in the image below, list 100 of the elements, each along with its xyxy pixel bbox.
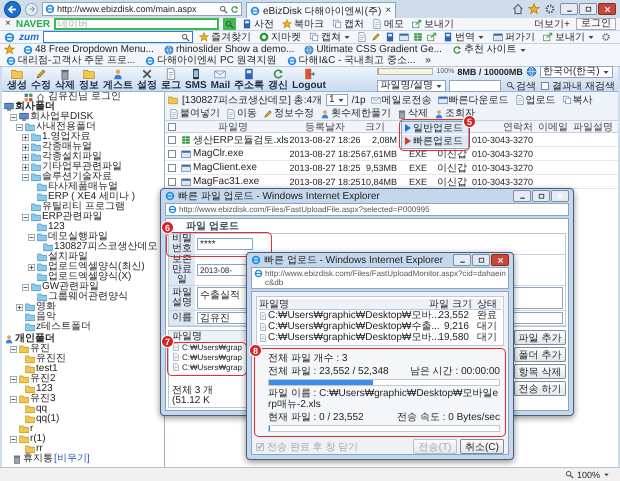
browser-tab[interactable]: eBizDisk 다해아이엔씨(주) ×: [246, 2, 396, 18]
folder-label[interactable]: 영화: [36, 302, 56, 312]
folder-label[interactable]: ERP ( XE4 세미나 ): [48, 192, 136, 202]
favorite-link[interactable]: rhinoslider Show a demo...: [162, 44, 296, 55]
toolbar-button[interactable]: 삭제: [53, 68, 77, 90]
toolbar-button[interactable]: 주소록: [232, 68, 266, 90]
password-field[interactable]: ****: [197, 238, 253, 250]
action-button[interactable]: 빠른다운로드: [436, 94, 510, 106]
checkbox[interactable]: [168, 150, 176, 158]
maximize-button[interactable]: [532, 190, 550, 202]
folder-label[interactable]: 업로드엑셀양식(X): [48, 272, 132, 282]
favorite-link[interactable]: 추천 사이트: [450, 44, 529, 55]
search-button[interactable]: [223, 18, 236, 30]
folder-label[interactable]: 유틸리티 프로그램: [42, 202, 125, 212]
folder-label[interactable]: 업로드엑셀양식(최신): [48, 262, 145, 272]
folder-label[interactable]: 130827피스코생산데모: [54, 242, 158, 252]
toolbar-item[interactable]: 메모: [370, 18, 406, 30]
expand-toggle[interactable]: [22, 214, 29, 220]
expand-toggle[interactable]: [22, 164, 29, 170]
file-name[interactable]: 생산ERP모듈검토.xls: [193, 132, 289, 146]
column-header[interactable]: 연락처: [503, 120, 533, 134]
action-button[interactable]: 업로드: [514, 94, 557, 106]
folder-label[interactable]: 유진3: [30, 394, 56, 404]
folder-label[interactable]: 설치파일: [48, 252, 88, 262]
checkbox[interactable]: [168, 178, 176, 186]
address-field[interactable]: http://www.ebizdisk.com/main.aspx: [42, 2, 242, 16]
expand-toggle[interactable]: [16, 124, 23, 130]
checkbox[interactable]: [541, 82, 550, 90]
toolbar-button[interactable]: 수정: [29, 68, 53, 90]
column-header[interactable]: 파일명: [179, 120, 287, 134]
folder-label[interactable]: ERP관련파일: [42, 212, 103, 222]
action-button[interactable]: 삭제: [396, 108, 429, 119]
folder-label[interactable]: 타사제품매뉴얼: [48, 182, 118, 192]
close-tab-button[interactable]: ×: [384, 6, 392, 16]
folder-label[interactable]: 회사업무DISK: [30, 112, 94, 122]
folder-label[interactable]: 기타업무관련파일: [42, 162, 122, 172]
toolbar-item[interactable]: 퍼가기: [491, 32, 537, 42]
expand-toggle[interactable]: [22, 154, 29, 160]
menu-item[interactable]: 일반업로드: [402, 122, 468, 135]
folder-label[interactable]: 각종설치파일: [42, 152, 102, 162]
file-path[interactable]: C:₩Users₩grap: [182, 352, 242, 362]
page-select[interactable]: 1: [326, 94, 348, 106]
column-header[interactable]: 크기: [363, 120, 401, 134]
folder-label[interactable]: 사내전용폴더: [36, 122, 96, 132]
favorite-link[interactable]: 다해I&C - 국내최고 중소...: [284, 55, 418, 66]
language-select[interactable]: 한국어(한국): [540, 66, 613, 78]
favorite-link[interactable]: 48 Free Dropdown Menu...: [21, 44, 156, 55]
toolbar-button[interactable]: 정보: [77, 68, 101, 90]
maximize-button[interactable]: [472, 254, 490, 266]
folder-label[interactable]: 유진: [30, 344, 50, 354]
toolbar-button[interactable]: 게스트: [101, 68, 135, 90]
menu-item[interactable]: 빠른업로드: [402, 135, 468, 148]
expand-toggle[interactable]: [16, 304, 23, 310]
toolbar-item[interactable]: 사전: [240, 18, 276, 30]
folder-label[interactable]: 123: [48, 222, 65, 232]
folder-label[interactable]: qq: [36, 404, 48, 414]
toolbar-item[interactable]: 캡쳐: [307, 32, 353, 42]
expand-toggle[interactable]: [22, 144, 29, 150]
expand-toggle[interactable]: [10, 114, 17, 120]
zoom-level[interactable]: 100%: [576, 470, 600, 480]
favorite-link[interactable]: 대리점-고객사 주문 프로...: [4, 55, 138, 66]
login-button[interactable]: 로그인: [576, 18, 616, 30]
search-field[interactable]: [43, 31, 193, 43]
folder-label[interactable]: 그룹웨어관련양식: [48, 292, 128, 302]
toolbar-item[interactable]: 지마켓: [257, 32, 303, 42]
folder-label[interactable]: 유진진: [36, 354, 66, 364]
toolbar-button[interactable]: 갱신: [266, 68, 290, 90]
checkbox[interactable]: [168, 122, 176, 130]
dialog-button[interactable]: 폴더 추가: [514, 347, 566, 362]
action-button[interactable]: 이동: [225, 108, 258, 119]
more-link[interactable]: 더보기+: [532, 18, 572, 30]
action-button[interactable]: 붙여넣기: [168, 108, 221, 119]
file-name[interactable]: MagFac31.exe: [193, 176, 260, 187]
close-button[interactable]: [598, 3, 616, 15]
empty-trash-link[interactable]: [비우기]: [54, 454, 90, 464]
expand-toggle[interactable]: [28, 264, 35, 270]
folder-label[interactable]: test1: [36, 364, 58, 374]
folder-label[interactable]: 솔루션기술자료: [42, 172, 112, 182]
toolbar-button[interactable]: Mail: [208, 68, 232, 90]
folder-label[interactable]: 데모실행파일: [48, 232, 108, 242]
folder-label[interactable]: r(1): [30, 434, 46, 444]
toolbar-item[interactable]: 번역: [441, 32, 487, 42]
search-scope-select[interactable]: 파일명/설명: [377, 80, 446, 92]
column-header[interactable]: 등록날자: [287, 120, 363, 134]
expand-toggle[interactable]: [28, 234, 35, 240]
folder-label[interactable]: GW관련파일: [42, 282, 100, 292]
expand-toggle[interactable]: [22, 284, 29, 290]
checkbox[interactable]: [168, 164, 176, 172]
file-name[interactable]: MagClr.exe: [193, 148, 244, 159]
folder-label[interactable]: z테스트폴더: [36, 322, 91, 332]
trash-label[interactable]: 휴지통: [23, 454, 53, 464]
checkbox[interactable]: [168, 136, 176, 144]
toolbar-button[interactable]: 설정: [135, 68, 159, 90]
file-path[interactable]: C:₩Users₩grap: [182, 362, 242, 372]
folder-label[interactable]: 123: [36, 384, 53, 394]
folder-label[interactable]: r: [30, 424, 34, 434]
expand-toggle[interactable]: [22, 134, 29, 140]
toolbar-item[interactable]: 보내기: [541, 32, 597, 42]
folder-label[interactable]: rr: [36, 444, 43, 454]
more-favorites-button[interactable]: »: [423, 55, 433, 66]
